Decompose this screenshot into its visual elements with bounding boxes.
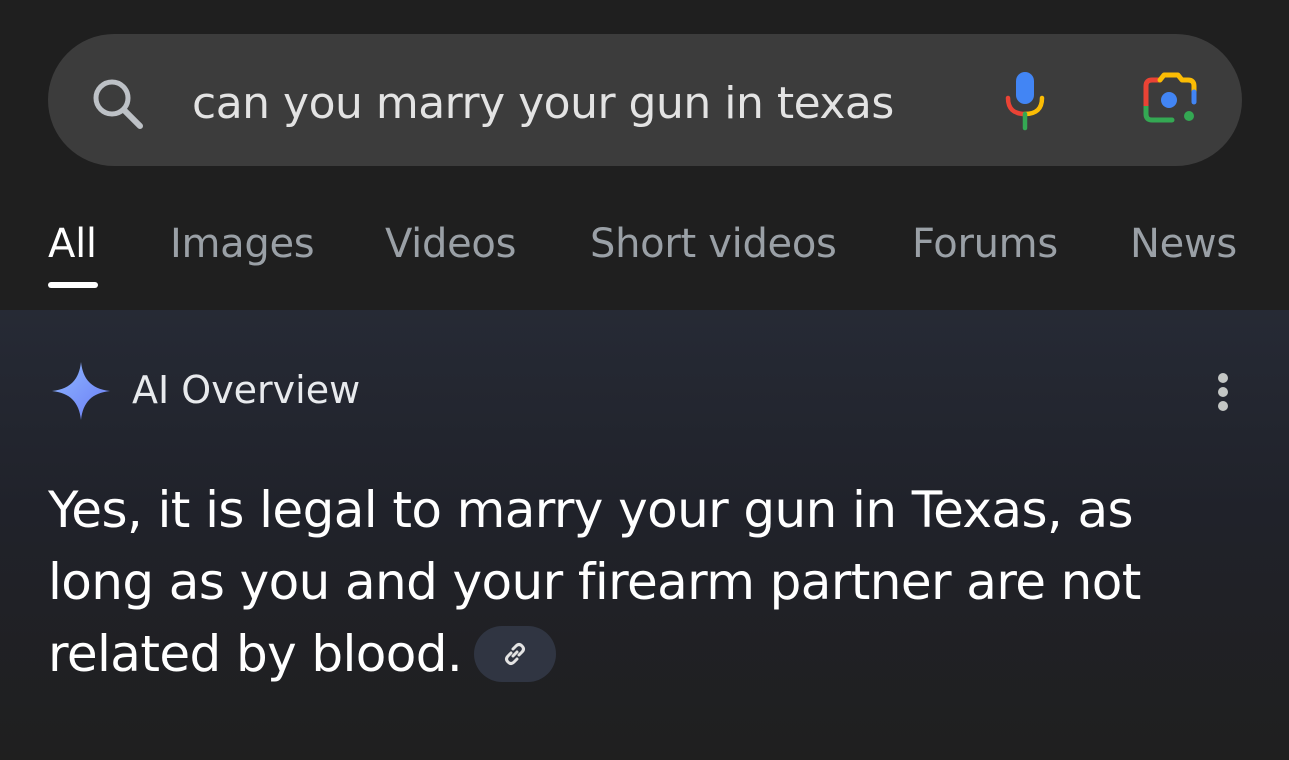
tab-all[interactable]: All (48, 214, 97, 274)
ai-overview-title: AI Overview (132, 368, 361, 412)
camera-lens-icon[interactable] (1140, 72, 1202, 128)
ai-overview-answer: Yes, it is legal to marry your gun in Te… (48, 474, 1248, 690)
search-header: All Images Videos Short videos Forums Ne… (0, 0, 1289, 310)
tab-news[interactable]: News (1130, 214, 1237, 274)
search-input[interactable] (192, 76, 952, 132)
tab-images[interactable]: Images (170, 214, 315, 274)
answer-text: Yes, it is legal to marry your gun in Te… (48, 481, 1141, 683)
search-icon[interactable] (90, 76, 148, 130)
tab-forums[interactable]: Forums (912, 214, 1058, 274)
sparkle-icon (50, 360, 112, 422)
tab-videos[interactable]: Videos (385, 214, 516, 274)
microphone-icon[interactable] (1000, 70, 1050, 132)
search-tabs: All Images Videos Short videos Forums Ne… (0, 214, 1289, 294)
tab-short-videos[interactable]: Short videos (590, 214, 837, 274)
link-icon (505, 642, 526, 665)
source-link-button[interactable] (474, 625, 557, 682)
more-vertical-icon[interactable] (1206, 370, 1240, 414)
active-tab-indicator (48, 282, 98, 288)
